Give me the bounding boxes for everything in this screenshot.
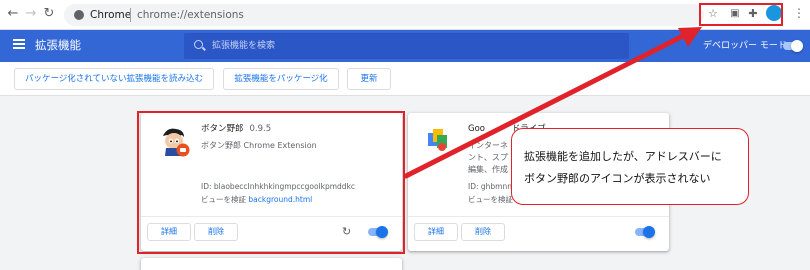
callout-line-2: ボタン野郎のアイコンが表示されない [524, 172, 711, 185]
callout-line-1: 拡張機能を追加したが、アドレスバーに [524, 150, 722, 163]
annotation-callout: 拡張機能を追加したが、アドレスバーに ボタン野郎のアイコンが表示されない [511, 128, 749, 205]
